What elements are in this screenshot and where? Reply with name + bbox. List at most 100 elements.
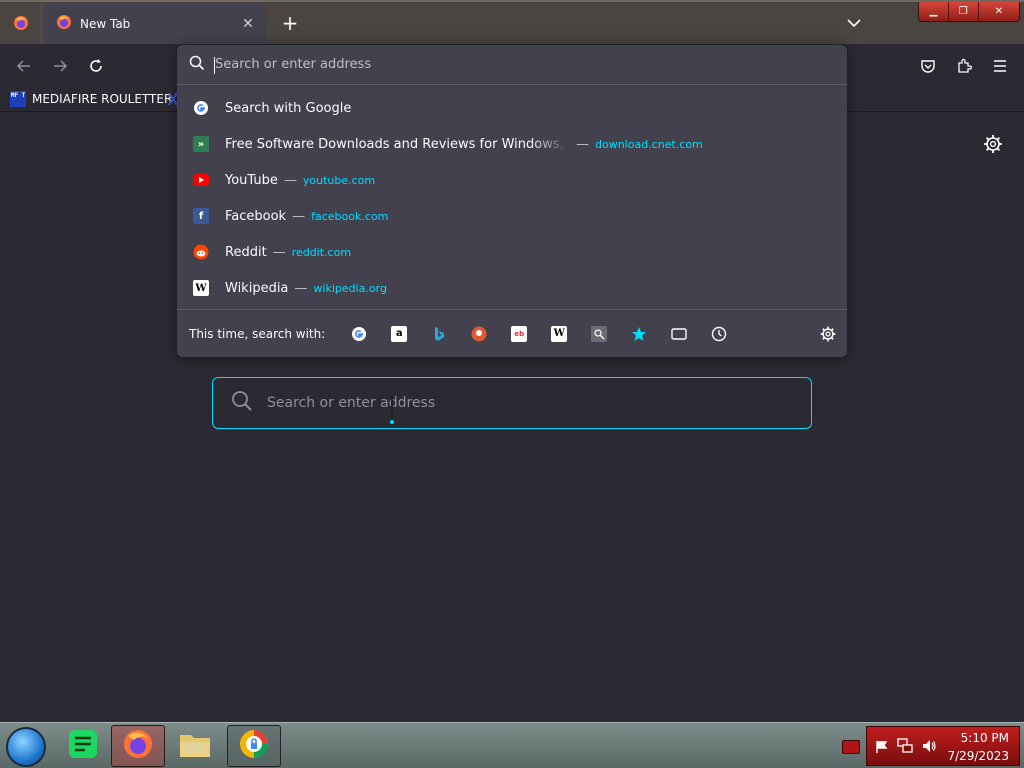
duckduckgo-engine-button[interactable] (459, 318, 499, 350)
window-controls: ▁ ❐ ✕ (918, 2, 1020, 22)
tab-new-tab[interactable]: New Tab ✕ (44, 4, 266, 44)
search-settings-gear-icon[interactable] (819, 325, 837, 343)
taskbar-file-explorer[interactable] (168, 725, 222, 767)
urlbar-input-row (177, 45, 847, 85)
result-cnet-downloads[interactable]: » Free Software Downloads and Reviews fo… (177, 126, 847, 162)
taskbar-vpn-app[interactable] (227, 725, 281, 767)
google-engine-button[interactable] (339, 318, 379, 350)
text-cursor-icon (388, 396, 396, 426)
newtab-search-box[interactable] (212, 377, 812, 429)
result-title: YouTube (225, 172, 278, 188)
google-icon (351, 326, 367, 342)
shield-lock-icon (238, 728, 270, 764)
one-off-label: This time, search with: (189, 326, 326, 341)
bookmark-mediafire-rouletter[interactable]: MF T MEDIAFIRE ROULETTER (10, 89, 172, 109)
wikipedia-icon: W (193, 280, 209, 296)
system-clock[interactable]: 5:10 PM 7/29/2023 (947, 729, 1009, 765)
result-title: Search with Google (225, 100, 352, 116)
bookmark-label: MEDIAFIRE ROULETTER (32, 92, 173, 106)
result-url: download.cnet.com (595, 137, 703, 151)
amazon-engine-button[interactable]: a (379, 318, 419, 350)
result-youtube[interactable]: YouTube — youtube.com (177, 162, 847, 198)
result-separator: — (294, 280, 308, 296)
facebook-icon: f (193, 208, 209, 224)
wikipedia-icon: W (551, 325, 568, 342)
restore-button[interactable]: ❐ (948, 2, 979, 21)
taskbar-firefox[interactable] (111, 725, 165, 767)
clock-icon (711, 326, 727, 342)
star-icon (631, 326, 647, 342)
result-separator: — (576, 136, 589, 152)
clock-time: 5:10 PM (960, 731, 1009, 745)
urlbar-dropdown: Search with Google » Free Software Downl… (177, 45, 847, 357)
result-title: Facebook (225, 208, 287, 224)
wikipedia-engine-button[interactable]: W (539, 318, 579, 350)
action-center-flag-icon[interactable] (875, 739, 889, 758)
notes-app-icon (67, 728, 99, 764)
text-caret (214, 57, 215, 74)
duckduckgo-icon (471, 326, 487, 342)
taskbar-notes-app[interactable] (56, 725, 110, 767)
tab-title: New Tab (80, 17, 131, 31)
start-orb-button[interactable] (6, 727, 46, 767)
new-tab-button[interactable]: + (278, 10, 302, 36)
one-off-search-bar: This time, search with: a eb W (177, 309, 847, 357)
cnet-download-icon: » (193, 136, 209, 152)
result-title: Free Software Downloads and Reviews for … (225, 136, 570, 152)
tab-icon (671, 326, 687, 342)
newtab-search-input[interactable] (267, 395, 767, 411)
youtube-icon (193, 172, 209, 188)
firefox-icon[interactable] (0, 2, 42, 44)
result-search-with-google[interactable]: Search with Google (177, 90, 847, 126)
ebay-icon: eb (511, 325, 528, 342)
clock-date: 7/29/2023 (947, 749, 1009, 763)
close-tab-icon[interactable]: ✕ (236, 12, 260, 36)
tabs-engine-button[interactable] (659, 318, 699, 350)
tab-strip: New Tab ✕ + ▁ ❐ ✕ (0, 0, 1024, 44)
firefox-tab-icon (56, 14, 72, 34)
network-icon[interactable] (897, 738, 913, 758)
forward-arrow-icon[interactable] (46, 52, 74, 80)
result-url: youtube.com (302, 173, 376, 187)
firefox-icon (122, 728, 154, 764)
search-shortcut-engine-button[interactable] (579, 318, 619, 350)
bookmarks-engine-button[interactable] (619, 318, 659, 350)
page-settings-gear-icon[interactable] (982, 133, 1004, 155)
urlbar-input[interactable] (215, 57, 815, 72)
tray-expand-icon[interactable] (842, 740, 860, 754)
taskbar: 5:10 PM 7/29/2023 (0, 722, 1024, 768)
result-title: Wikipedia (225, 280, 289, 296)
urlbar-results: Search with Google » Free Software Downl… (177, 90, 847, 306)
result-separator: — (272, 244, 286, 260)
volume-icon[interactable] (921, 738, 937, 758)
result-reddit[interactable]: Reddit — reddit.com (177, 234, 847, 270)
result-url: facebook.com (311, 209, 389, 223)
search-icon (231, 390, 253, 416)
result-separator: — (283, 172, 297, 188)
result-separator: — (292, 208, 306, 224)
google-icon (193, 100, 209, 116)
ebay-engine-button[interactable]: eb (499, 318, 539, 350)
result-facebook[interactable]: f Facebook — facebook.com (177, 198, 847, 234)
system-tray: 5:10 PM 7/29/2023 (866, 726, 1020, 766)
result-wikipedia[interactable]: W Wikipedia — wikipedia.org (177, 270, 847, 306)
bing-engine-button[interactable] (419, 318, 459, 350)
minimize-button[interactable]: ▁ (919, 2, 949, 21)
bing-icon (431, 326, 447, 342)
back-arrow-icon[interactable] (10, 52, 38, 80)
mediafire-bookmark-icon: MF T (10, 91, 26, 107)
reload-icon[interactable] (82, 52, 110, 80)
reddit-icon (193, 244, 209, 260)
hamburger-menu-icon[interactable] (986, 52, 1014, 80)
result-url: wikipedia.org (313, 281, 387, 295)
search-icon (189, 55, 205, 75)
extensions-puzzle-icon[interactable] (950, 52, 978, 80)
list-all-tabs-chevron-icon[interactable] (840, 10, 868, 36)
close-window-button[interactable]: ✕ (978, 2, 1019, 21)
amazon-icon: a (391, 325, 408, 342)
folder-icon (178, 729, 212, 763)
history-engine-button[interactable] (699, 318, 739, 350)
pocket-icon[interactable] (914, 52, 942, 80)
search-shortcut-icon (591, 325, 608, 342)
result-title: Reddit (225, 244, 267, 260)
